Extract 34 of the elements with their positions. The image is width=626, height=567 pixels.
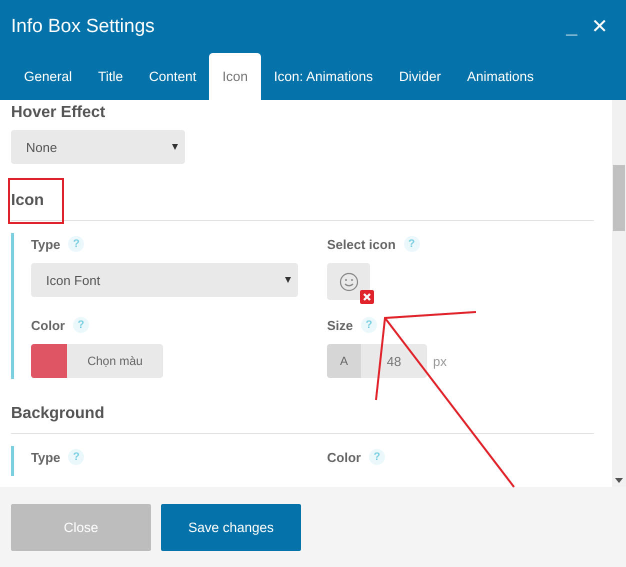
field-label: Color (327, 450, 361, 464)
caret-icon (172, 144, 178, 150)
section-heading: Background (11, 404, 104, 424)
tab[interactable]: Animations (454, 53, 547, 100)
scrollbar[interactable] (612, 100, 626, 487)
color-picker-label[interactable]: Chọn màu (67, 344, 163, 378)
tab[interactable]: General (11, 53, 86, 100)
section-heading: Hover Effect (11, 103, 106, 123)
remove-icon[interactable] (360, 290, 374, 304)
tab[interactable]: Icon: Animations (260, 53, 386, 100)
icon-picker-button[interactable] (327, 263, 370, 300)
field-label: Select icon (327, 236, 396, 252)
field-label: Type (31, 236, 60, 252)
dropdown[interactable]: Icon Font (31, 263, 298, 297)
section-heading: Icon (11, 191, 44, 211)
unit-toggle[interactable]: A (327, 344, 361, 378)
tab[interactable]: Content (136, 53, 210, 100)
tab[interactable]: Divider (386, 53, 454, 100)
close-button[interactable]: ✕ (589, 15, 610, 39)
field-label: Size (327, 318, 354, 332)
dropdown[interactable]: None (11, 130, 185, 164)
unit-label: px (433, 354, 447, 368)
field-label: Type (31, 450, 60, 464)
scrollbar-thumb[interactable] (613, 165, 625, 231)
minimize-button[interactable]: _ (564, 15, 580, 39)
window-title: Info Box Settings (11, 16, 155, 38)
save-button[interactable]: Save changes (161, 504, 301, 550)
smiley-icon (338, 272, 358, 292)
tab[interactable]: Title (85, 53, 136, 100)
color-picker[interactable]: Chọn màu (31, 344, 163, 378)
field-label: Color (31, 318, 65, 332)
caret-icon (285, 277, 291, 283)
size-input[interactable]: A 48 (327, 344, 427, 378)
tab[interactable]: Icon (209, 53, 261, 100)
